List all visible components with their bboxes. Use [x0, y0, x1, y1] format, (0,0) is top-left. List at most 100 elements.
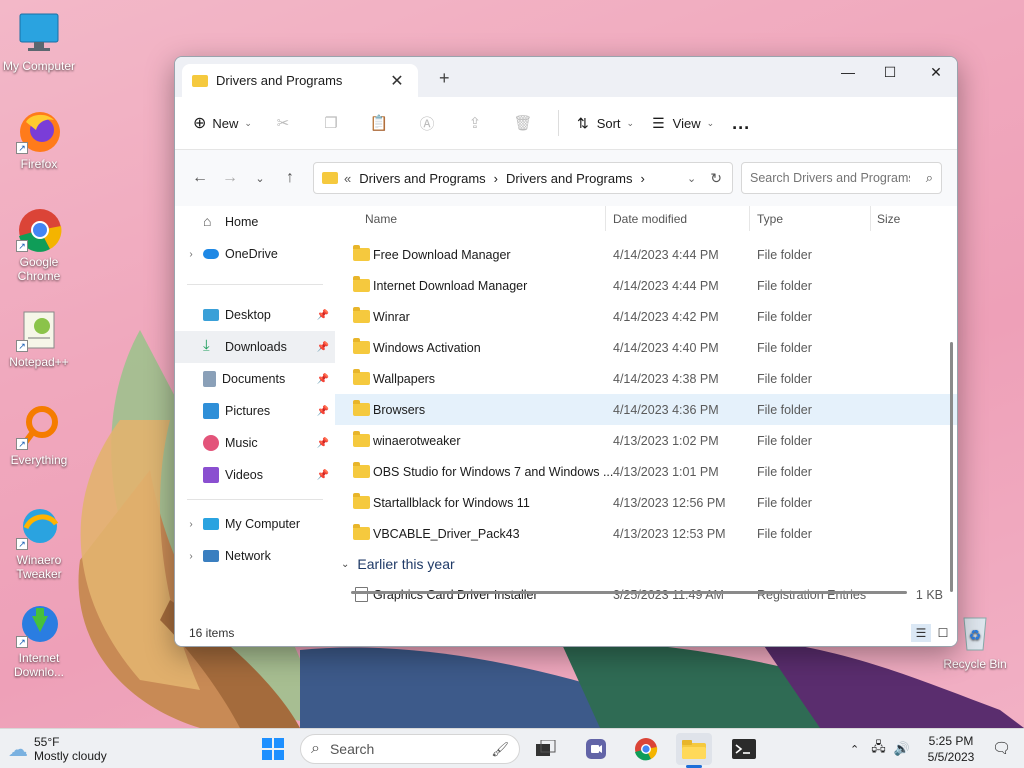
column-header-size[interactable]: Size — [877, 212, 900, 226]
address-bar[interactable]: « Drivers and Programs › Drivers and Pro… — [313, 162, 733, 194]
column-header-date[interactable]: Date modified — [613, 212, 687, 226]
column-divider[interactable] — [605, 206, 606, 231]
view-button[interactable]: ☰ View ⌄ — [652, 115, 714, 132]
desktop-icon-internet-download-manager[interactable]: ↗ Internet Downlo... — [0, 602, 78, 679]
column-header-type[interactable]: Type — [757, 212, 783, 226]
search-box[interactable]: ⌕ — [741, 162, 942, 194]
sidebar-item-network[interactable]: › Network — [175, 540, 335, 572]
cut-icon[interactable]: ✂ — [270, 110, 296, 136]
taskbar-app-chrome[interactable] — [628, 733, 664, 765]
desktop-icon-winaero-tweaker[interactable]: ↗ Winaero Tweaker — [0, 504, 78, 581]
file-row[interactable]: Free Download Manager 4/14/2023 4:44 PM Fi… — [335, 239, 957, 270]
pin-icon[interactable]: 📌 — [317, 406, 329, 417]
pin-icon[interactable]: 📌 — [317, 342, 329, 353]
back-icon[interactable]: ← — [185, 169, 215, 187]
sidebar-item-label: Network — [225, 549, 271, 563]
sidebar-item-home[interactable]: ⌂ Home — [175, 206, 335, 238]
rename-icon[interactable]: Ⓐ — [414, 110, 440, 136]
network-status-icon[interactable]: 🖧 — [871, 738, 886, 760]
breadcrumb-item[interactable]: Drivers and Programs — [506, 171, 632, 186]
taskbar-app-file-explorer[interactable] — [676, 733, 712, 765]
desktop-icon-notepad-plus-plus[interactable]: ↗ Notepad++ — [0, 306, 78, 369]
group-header-earlier-this-year[interactable]: ⌄ Earlier this year — [335, 549, 957, 579]
minimize-icon[interactable]: — — [825, 57, 871, 87]
file-row[interactable]: winaerotweaker 4/13/2023 1:02 PM File fold… — [335, 425, 957, 456]
pin-icon[interactable]: 📌 — [317, 374, 329, 385]
sidebar-item-my-computer[interactable]: › My Computer — [175, 508, 335, 540]
file-row[interactable]: Wallpapers 4/14/2023 4:38 PM File folder — [335, 363, 957, 394]
address-dropdown-icon[interactable]: ⌄ — [687, 172, 696, 185]
file-row[interactable]: OBS Studio for Windows 7 and Windows ...… — [335, 456, 957, 487]
taskbar-app-teams[interactable] — [578, 733, 614, 765]
copy-icon[interactable]: ❐ — [318, 110, 344, 136]
weather-description: Mostly cloudy — [34, 749, 107, 763]
sidebar-item-onedrive[interactable]: › OneDrive — [175, 238, 335, 270]
file-row[interactable]: Browsers 4/14/2023 4:36 PM File folder — [335, 394, 957, 425]
paste-icon[interactable]: 📋 — [366, 110, 392, 136]
file-row[interactable]: Windows Activation 4/14/2023 4:40 PM File … — [335, 332, 957, 363]
recent-locations-icon[interactable]: ⌄ — [245, 172, 275, 185]
breadcrumb-item[interactable]: Drivers and Programs — [359, 171, 485, 186]
desktop-icon-label: Firefox — [20, 157, 58, 171]
file-row[interactable]: Winrar 4/14/2023 4:42 PM File folder — [335, 301, 957, 332]
sidebar-item-videos[interactable]: Videos 📌 — [175, 459, 335, 491]
refresh-icon[interactable]: ↻ — [710, 170, 722, 187]
breadcrumb-separator-icon: › — [493, 170, 499, 186]
new-tab-icon[interactable]: + — [439, 68, 450, 89]
details-view-icon[interactable]: ☰ — [911, 624, 931, 642]
pin-icon[interactable]: 📌 — [317, 438, 329, 449]
task-view-button[interactable] — [528, 733, 564, 765]
column-divider[interactable] — [870, 206, 871, 231]
desktop-icon-my-computer[interactable]: My Computer — [0, 10, 78, 73]
tiles-view-icon[interactable]: ☐ — [933, 624, 953, 642]
share-icon[interactable]: ⇪ — [462, 110, 488, 136]
file-row[interactable]: Internet Download Manager 4/14/2023 4:44 … — [335, 270, 957, 301]
volume-icon[interactable]: 🔊 — [894, 741, 910, 757]
sidebar-item-label: Documents — [222, 372, 286, 386]
file-row[interactable]: Startallblack for Windows 11 4/13/2023 12… — [335, 487, 957, 518]
column-header-name[interactable]: Name — [365, 212, 397, 226]
file-date: 4/13/2023 12:56 PM — [613, 495, 726, 510]
search-input[interactable] — [750, 171, 910, 185]
expand-chevron-icon[interactable]: › — [179, 249, 203, 260]
horizontal-scrollbar[interactable] — [351, 591, 907, 594]
new-button[interactable]: ⊕ New ⌄ — [193, 113, 252, 133]
notepad-plus-plus-icon: ↗ — [16, 306, 62, 352]
maximize-icon[interactable]: ☐ — [867, 57, 913, 87]
weather-widget[interactable]: ☁ 55°F Mostly cloudy — [8, 735, 107, 763]
more-options-button[interactable]: ... — [732, 113, 750, 134]
forward-icon[interactable]: → — [215, 169, 245, 187]
desktop-icon-firefox[interactable]: ↗ Firefox — [0, 108, 78, 171]
sidebar-item-documents[interactable]: Documents 📌 — [175, 363, 335, 395]
taskbar-search[interactable]: ⌕ Search 🖌 — [300, 734, 520, 764]
start-button[interactable] — [255, 733, 291, 765]
notifications-icon[interactable]: 🗨 — [992, 739, 1011, 757]
delete-icon[interactable]: 🗑 — [510, 110, 536, 136]
show-hidden-icons-icon[interactable]: ⌃ — [850, 743, 859, 756]
vertical-scrollbar[interactable] — [950, 342, 953, 592]
pin-icon[interactable]: 📌 — [317, 470, 329, 481]
sidebar-item-music[interactable]: Music 📌 — [175, 427, 335, 459]
sidebar-item-downloads[interactable]: ⤓ Downloads 📌 — [175, 331, 335, 363]
column-divider[interactable] — [749, 206, 750, 231]
clock[interactable]: 5:25 PM 5/5/2023 — [922, 733, 980, 765]
sidebar-divider — [187, 499, 323, 500]
folder-icon — [322, 172, 338, 184]
folder-icon — [353, 338, 370, 354]
expand-chevron-icon[interactable]: › — [179, 551, 203, 562]
file-row[interactable]: VBCABLE_Driver_Pack43 4/13/2023 12:53 PM F… — [335, 518, 957, 549]
tab-drivers-and-programs[interactable]: Drivers and Programs ✕ — [182, 64, 418, 97]
sidebar-item-desktop[interactable]: Desktop 📌 — [175, 299, 335, 331]
close-tab-icon[interactable]: ✕ — [386, 71, 408, 91]
taskbar-app-terminal[interactable] — [726, 733, 762, 765]
breadcrumb-overflow[interactable]: « — [344, 171, 351, 186]
up-icon[interactable]: ↑ — [275, 169, 305, 187]
pin-icon[interactable]: 📌 — [317, 310, 329, 321]
sort-button[interactable]: ⇅ Sort ⌄ — [577, 115, 634, 132]
desktop-icon-everything[interactable]: ↗ Everything — [0, 404, 78, 467]
sidebar-item-pictures[interactable]: Pictures 📌 — [175, 395, 335, 427]
desktop-icon-google-chrome[interactable]: ↗ Google Chrome — [0, 206, 78, 283]
close-window-icon[interactable]: ✕ — [913, 57, 957, 87]
expand-chevron-icon[interactable]: › — [179, 519, 203, 530]
file-row[interactable]: Graphics Card Driver Installer 3/25/2023 … — [335, 579, 957, 610]
